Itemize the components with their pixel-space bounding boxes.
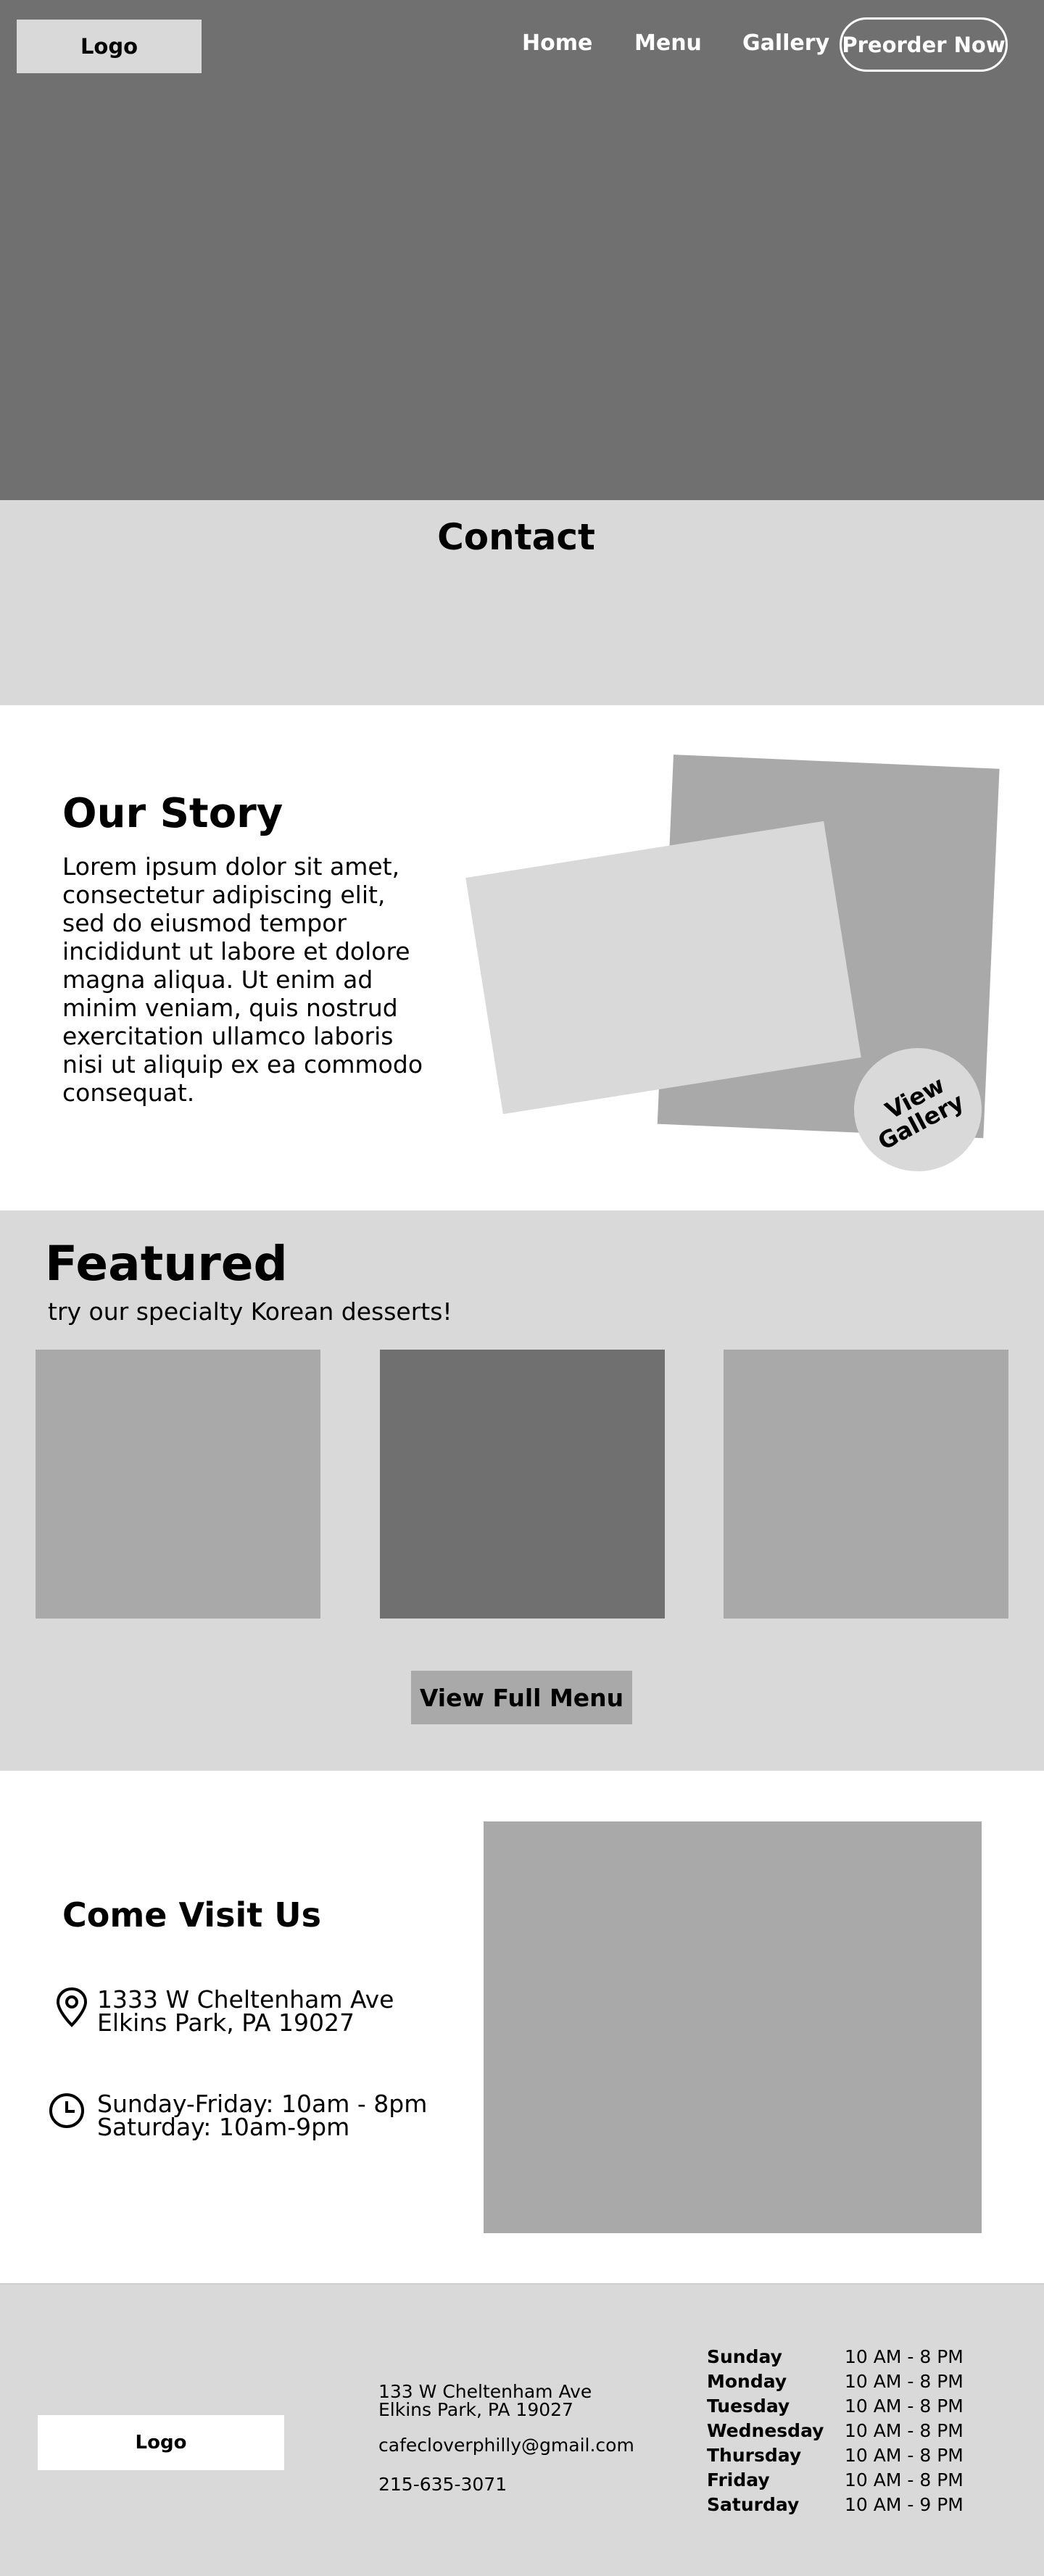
preorder-button[interactable]: Preorder Now [840, 17, 1008, 72]
featured-item-image[interactable] [724, 1350, 1008, 1619]
story-body: Lorem ipsum dolor sit amet, consectetur … [62, 852, 423, 1107]
footer-hours-day: Tuesday [707, 2396, 790, 2417]
featured-subtitle: try our specialty Korean desserts! [48, 1297, 452, 1326]
footer-address-line-2: Elkins Park, PA 19027 [378, 2399, 573, 2420]
nav-home-link[interactable]: Home [522, 30, 592, 56]
footer-hours-time: 10 AM - 8 PM [845, 2396, 964, 2417]
featured-item-image[interactable] [36, 1350, 320, 1619]
view-full-menu-button[interactable]: View Full Menu [411, 1671, 632, 1724]
footer-hours-time: 10 AM - 8 PM [845, 2420, 964, 2441]
footer-hours-day: Saturday [707, 2494, 800, 2515]
nav-gallery-link[interactable]: Gallery [742, 30, 829, 56]
visit-address-line-2: Elkins Park, PA 19027 [97, 2008, 355, 2037]
footer-hours-day: Thursday [707, 2445, 802, 2466]
footer-hours-time: 10 AM - 8 PM [845, 2445, 964, 2466]
footer-hours-day: Wednesday [707, 2420, 824, 2441]
footer-logo[interactable]: Logo [38, 2415, 284, 2470]
footer-phone-link[interactable]: 215-635-3071 [378, 2475, 507, 2494]
featured-item-image[interactable] [380, 1350, 665, 1619]
hero-image [0, 0, 1044, 500]
visit-title: Come Visit Us [62, 1895, 321, 1935]
footer-hours-day: Sunday [707, 2346, 782, 2367]
view-gallery-button[interactable]: View Gallery [854, 1048, 982, 1171]
footer-email-link[interactable]: cafecloverphilly@gmail.com [378, 2436, 634, 2455]
header-logo[interactable]: Logo [17, 20, 202, 73]
footer-hours-time: 10 AM - 9 PM [845, 2494, 964, 2515]
clock-icon [48, 2092, 86, 2130]
story-title: Our Story [62, 790, 283, 837]
footer-hours-time: 10 AM - 8 PM [845, 2371, 964, 2392]
location-pin-icon [54, 1986, 90, 2028]
contact-title: Contact [437, 516, 595, 558]
nav-menu-link[interactable]: Menu [634, 30, 702, 56]
footer-hours-day: Friday [707, 2469, 770, 2490]
featured-title: Featured [45, 1236, 288, 1292]
visit-map-image[interactable] [484, 1821, 982, 2233]
footer-hours-day: Monday [707, 2371, 787, 2392]
footer-hours-time: 10 AM - 8 PM [845, 2346, 964, 2367]
footer-hours-time: 10 AM - 8 PM [845, 2469, 964, 2490]
visit-hours-line-2: Saturday: 10am-9pm [97, 2113, 350, 2141]
